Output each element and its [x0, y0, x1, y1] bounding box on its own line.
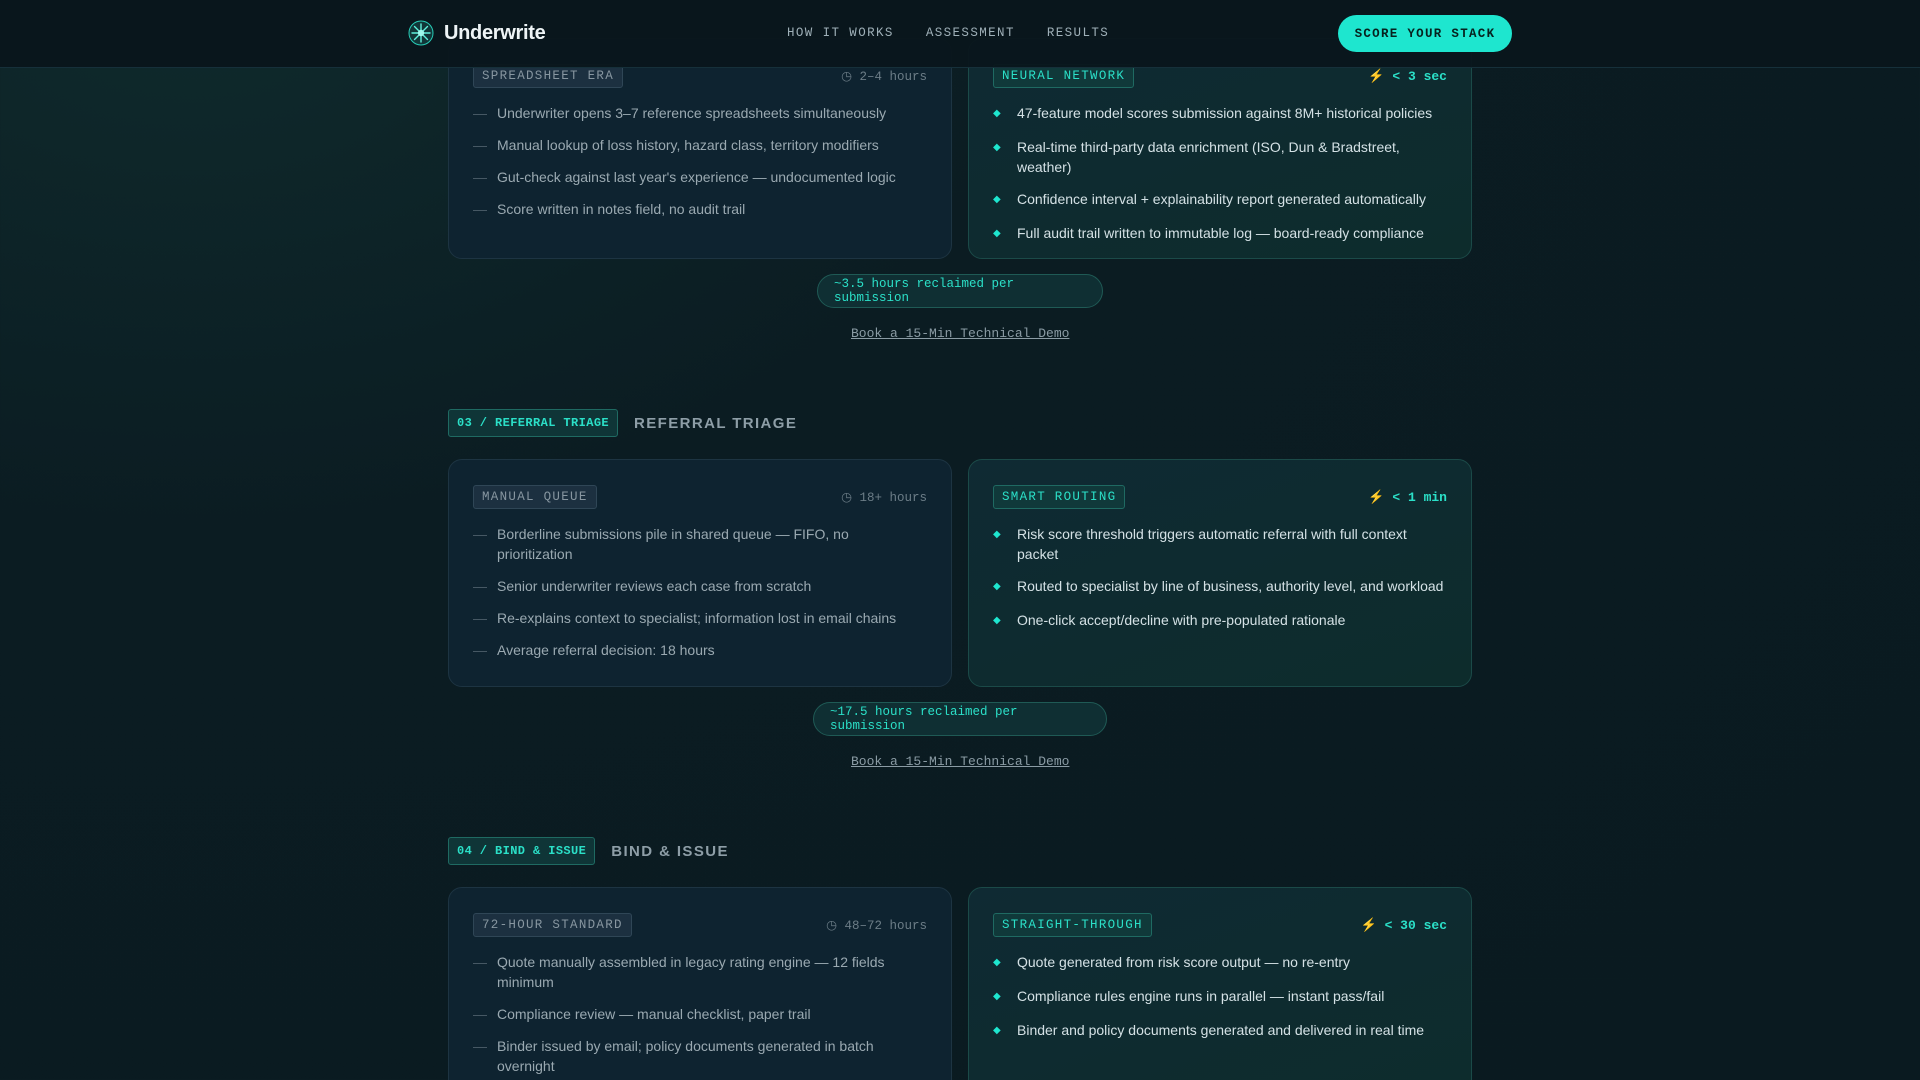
brand[interactable]: Underwrite: [408, 20, 546, 46]
book-demo-link[interactable]: Book a 15-Min Technical Demo: [851, 326, 1069, 341]
dash-icon: —: [473, 610, 487, 626]
smart-time: ⚡ < 30 sec: [1360, 917, 1447, 933]
list-item: — Binder issued by email; policy document…: [473, 1038, 874, 1074]
section-header-referral: 03 / REFERRAL TRIAGE REFERRAL TRIAGE: [448, 409, 797, 437]
dash-icon: —: [473, 137, 487, 153]
reclaimed-badge: ~17.5 hours reclaimed per submission: [813, 702, 1107, 736]
smart-time: ⚡ < 1 min: [1368, 489, 1447, 505]
list-item: ◆ Compliance rules engine runs in paralle…: [993, 986, 1447, 1008]
section-badge: 03 / REFERRAL TRIAGE: [448, 409, 619, 437]
smart-card-scoring: NEURAL NETWORK ⚡ < 3 sec ◆ 47-feature mod…: [968, 38, 1472, 259]
nav-link-results[interactable]: RESULTS: [1047, 26, 1109, 40]
nav-link-how-it-works[interactable]: HOW IT WORKS: [787, 26, 894, 40]
list-item: — Underwriter opens 3–7 reference spreads…: [473, 105, 887, 121]
nav-links: HOW IT WORKS ASSESSMENT RESULTS: [787, 26, 1109, 40]
brand-logo-icon: [408, 20, 434, 46]
diamond-icon: ◆: [993, 108, 1001, 119]
section-badge: 04 / BIND & ISSUE: [448, 837, 596, 865]
smart-tag: SMART ROUTING: [993, 485, 1126, 509]
list-item: — Re-explains context to specialist; info…: [473, 610, 897, 626]
manual-card-scoring: SPREADSHEET ERA ◷ 2–4 hours — Underwriter…: [448, 38, 952, 259]
list-item: — Senior underwriter reviews each case fr…: [473, 578, 812, 594]
list-item: — Borderline submissions pile in shared q…: [473, 526, 849, 562]
dash-icon: —: [473, 642, 487, 658]
manual-card-referral: MANUAL QUEUE ◷ 18+ hours — Borderline sub…: [448, 459, 952, 687]
list-item: ◆ Quote generated from risk score output …: [993, 952, 1447, 974]
list-item: ◆ Real-time third-party data enrichment (…: [993, 139, 1400, 175]
smart-card-bind: STRAIGHT-THROUGH ⚡ < 30 sec ◆ Quote gener…: [968, 887, 1472, 1080]
dash-icon: —: [473, 526, 487, 542]
list-item: — Manual lookup of loss history, hazard c…: [473, 137, 879, 153]
section-title: REFERRAL TRIAGE: [634, 414, 798, 432]
manual-time: ◷ 18+ hours: [841, 491, 927, 505]
diamond-icon: ◆: [993, 529, 1001, 540]
dash-icon: —: [473, 1038, 487, 1054]
section-title: BIND & ISSUE: [611, 842, 729, 860]
list-item: ◆ Routed to specialist by line of busines…: [993, 576, 1447, 598]
dash-icon: —: [473, 1006, 487, 1022]
list-item: ◆ Confidence interval + explainability re…: [993, 189, 1447, 211]
manual-time: ◷ 2–4 hours: [841, 70, 927, 84]
list-item: ◆ Binder and policy documents generated a…: [993, 1020, 1447, 1042]
list-item: ◆ 47-feature model scores submission agai…: [993, 103, 1447, 125]
list-item: — Gut-check against last year's experienc…: [473, 169, 896, 185]
diamond-icon: ◆: [993, 615, 1001, 626]
dash-icon: —: [473, 578, 487, 594]
list-item: ◆ One-click accept/decline with pre-popul…: [993, 610, 1447, 632]
dash-icon: —: [473, 954, 487, 970]
page-content: SPREADSHEET ERA ◷ 2–4 hours — Underwriter…: [0, 0, 1920, 1080]
diamond-icon: ◆: [993, 957, 1001, 968]
dash-icon: —: [473, 105, 487, 121]
brand-name: Underwrite: [444, 21, 546, 44]
dash-icon: —: [473, 169, 487, 185]
book-demo-link[interactable]: Book a 15-Min Technical Demo: [851, 754, 1069, 769]
list-item: ◆ Full audit trail written to immutable l…: [993, 223, 1447, 245]
list-item: ◆ Risk score threshold triggers automatic…: [993, 526, 1407, 562]
diamond-icon: ◆: [993, 581, 1001, 592]
nav-link-assessment[interactable]: ASSESSMENT: [926, 26, 1015, 40]
list-item: — Average referral decision: 18 hours: [473, 642, 715, 658]
diamond-icon: ◆: [993, 991, 1001, 1002]
manual-tag: MANUAL QUEUE: [473, 485, 597, 509]
reclaimed-badge: ~3.5 hours reclaimed per submission: [817, 274, 1103, 308]
smart-time: ⚡ < 3 sec: [1368, 68, 1447, 84]
list-item: — Compliance review — manual checklist, p…: [473, 1006, 811, 1022]
smart-tag: STRAIGHT-THROUGH: [993, 913, 1152, 937]
top-nav: Underwrite HOW IT WORKS ASSESSMENT RESUL…: [0, 0, 1920, 68]
manual-card-bind: 72-HOUR STANDARD ◷ 48–72 hours — Quote ma…: [448, 887, 952, 1080]
manual-time: ◷ 48–72 hours: [826, 919, 927, 933]
diamond-icon: ◆: [993, 1025, 1001, 1036]
diamond-icon: ◆: [993, 228, 1001, 239]
list-item: — Quote manually assembled in legacy rati…: [473, 954, 885, 990]
manual-tag: 72-HOUR STANDARD: [473, 913, 632, 937]
diamond-icon: ◆: [993, 194, 1001, 205]
score-your-stack-button[interactable]: SCORE YOUR STACK: [1338, 15, 1512, 52]
smart-card-referral: SMART ROUTING ⚡ < 1 min ◆ Risk score thre…: [968, 459, 1472, 687]
dash-icon: —: [473, 201, 487, 217]
section-header-bind: 04 / BIND & ISSUE BIND & ISSUE: [448, 837, 729, 865]
diamond-icon: ◆: [993, 142, 1001, 153]
list-item: — Score written in notes field, no audit …: [473, 201, 746, 217]
